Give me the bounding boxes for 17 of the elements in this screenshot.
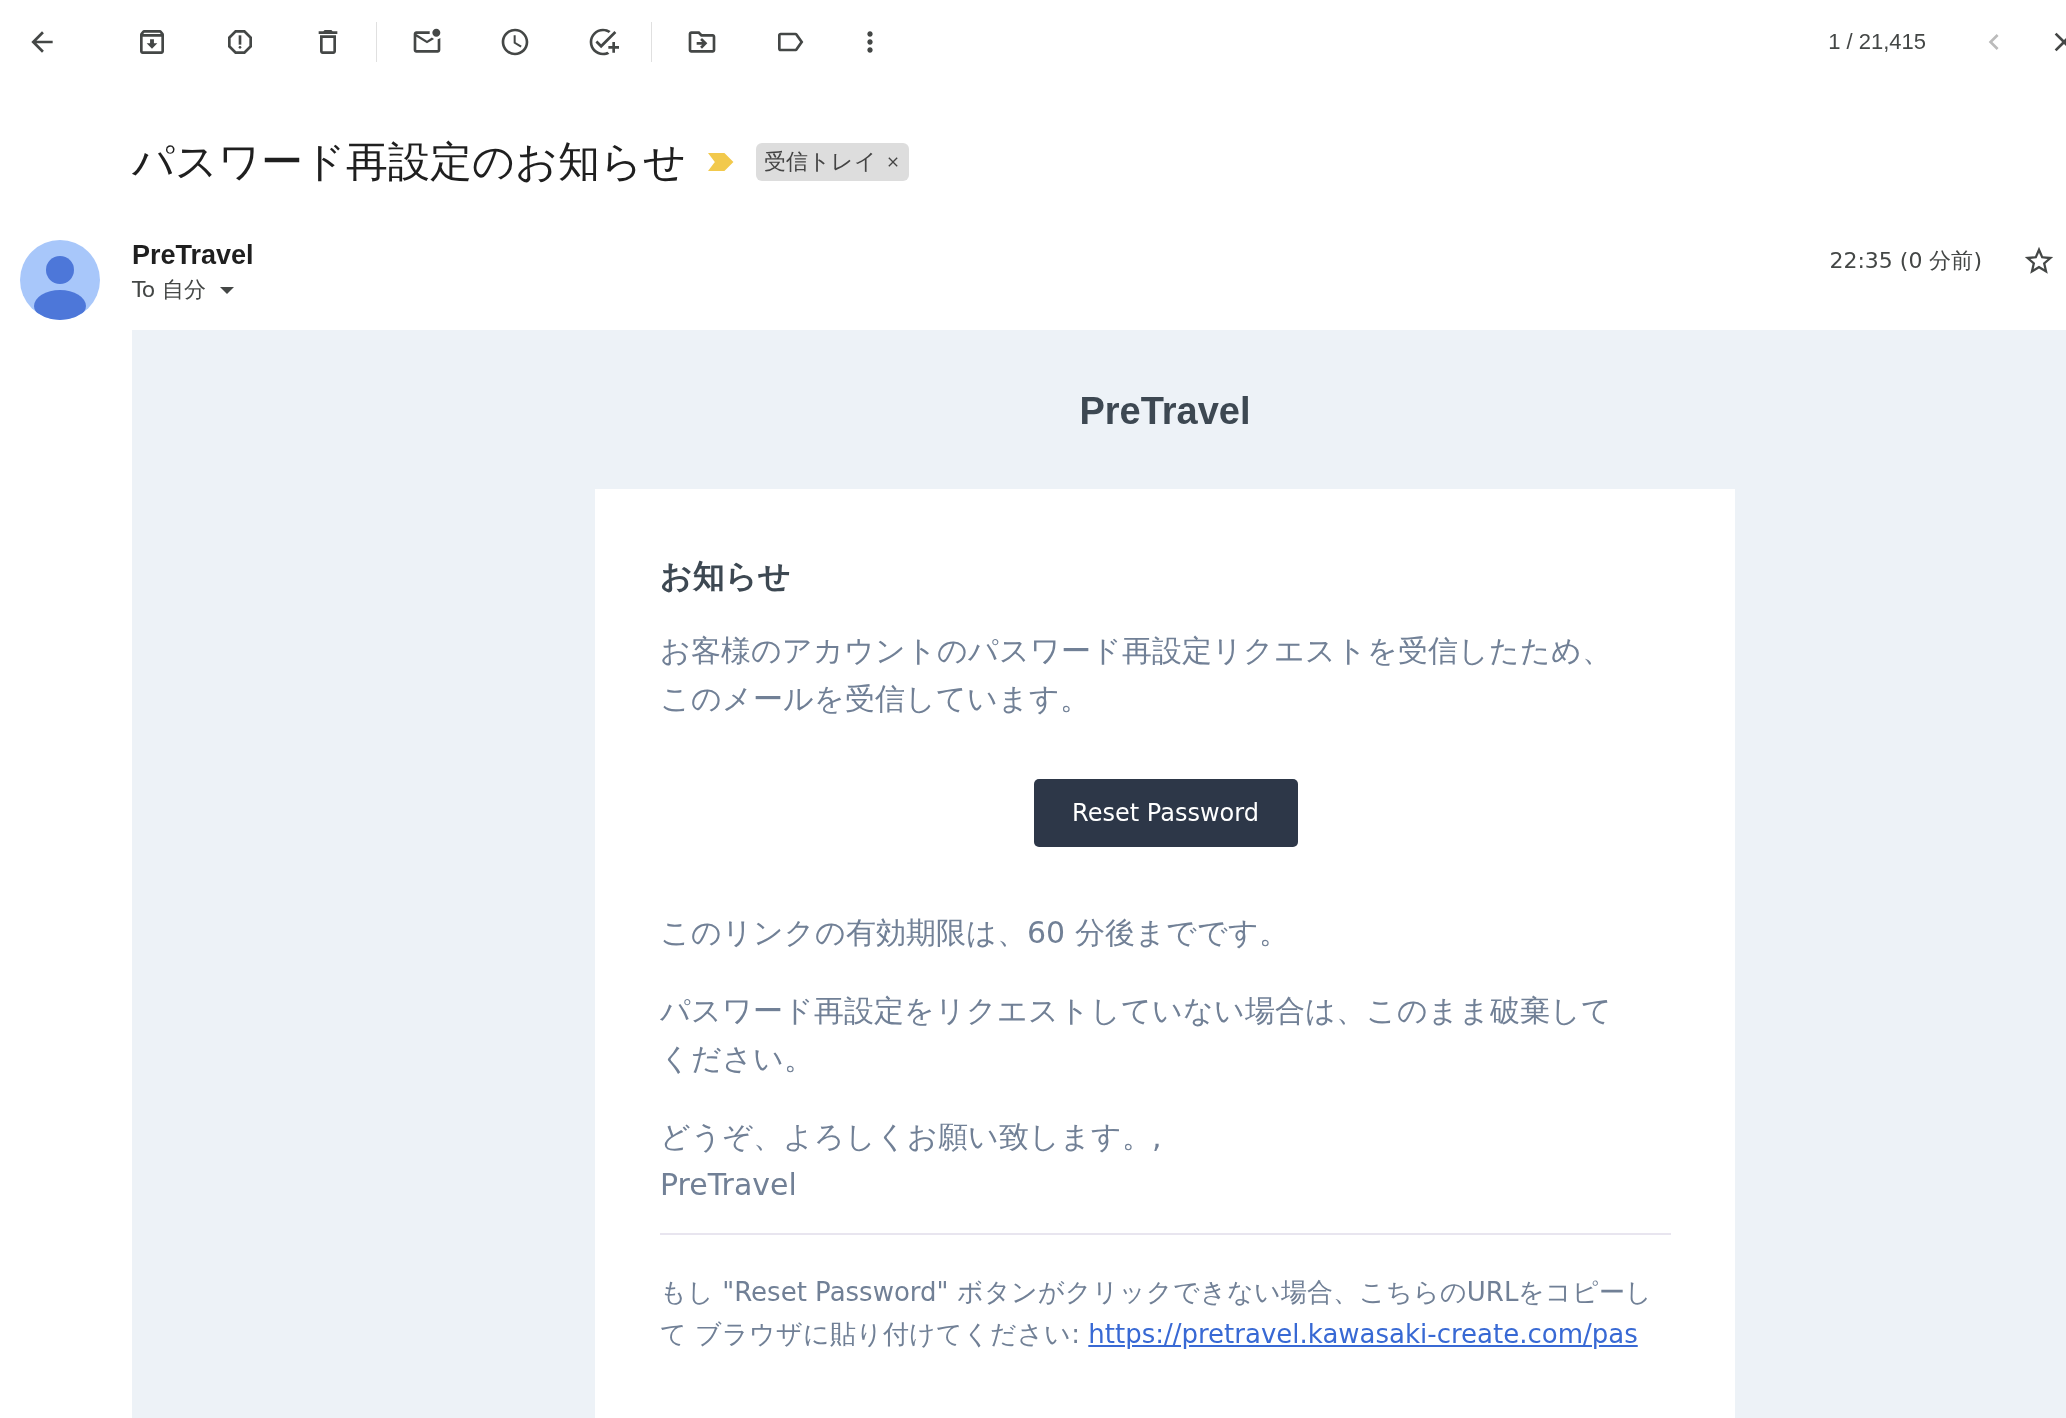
recipient-dropdown[interactable]: To 自分 (132, 275, 1830, 305)
fallback-url-paragraph: もし "Reset Password" ボタンがクリックできない場合、こちらのURLをコピーして ブラウザに貼り付けてください: https://pretravel.kawasaki-create.com/pas (660, 1276, 1654, 1351)
reset-url-link[interactable]: https://pretravel.kawasaki-create.com/pas (1088, 1319, 1638, 1349)
body-paragraph: パスワード再設定をリクエストしていない場合は、このまま破棄してください。 (660, 992, 1613, 1078)
email-subject: パスワード再設定のお知らせ (132, 136, 686, 188)
label-text: 受信トレイ (764, 148, 877, 176)
card-heading: お知らせ (660, 556, 792, 597)
message-time: 22:35 (0 分前) (1829, 247, 1982, 275)
body-paragraph: このリンクの有効期限は、60 分後までです。 (660, 914, 1290, 952)
caret-icon (220, 286, 235, 294)
reset-password-button[interactable]: Reset Password (1033, 779, 1298, 847)
importance-marker-icon[interactable] (708, 152, 734, 172)
sender-name: PreTravel (132, 240, 255, 271)
message-counter: 1 / 21,415 (1828, 29, 1926, 55)
intro-paragraph: お客様のアカウントのパスワード再設定リクエストを受信したため、このメールを受信しています。 (660, 632, 1613, 718)
signoff-paragraph: どうぞ、よろしくお願い致します。, PreTravel (660, 1118, 1163, 1204)
brand-title: PreTravel (1079, 390, 1251, 433)
